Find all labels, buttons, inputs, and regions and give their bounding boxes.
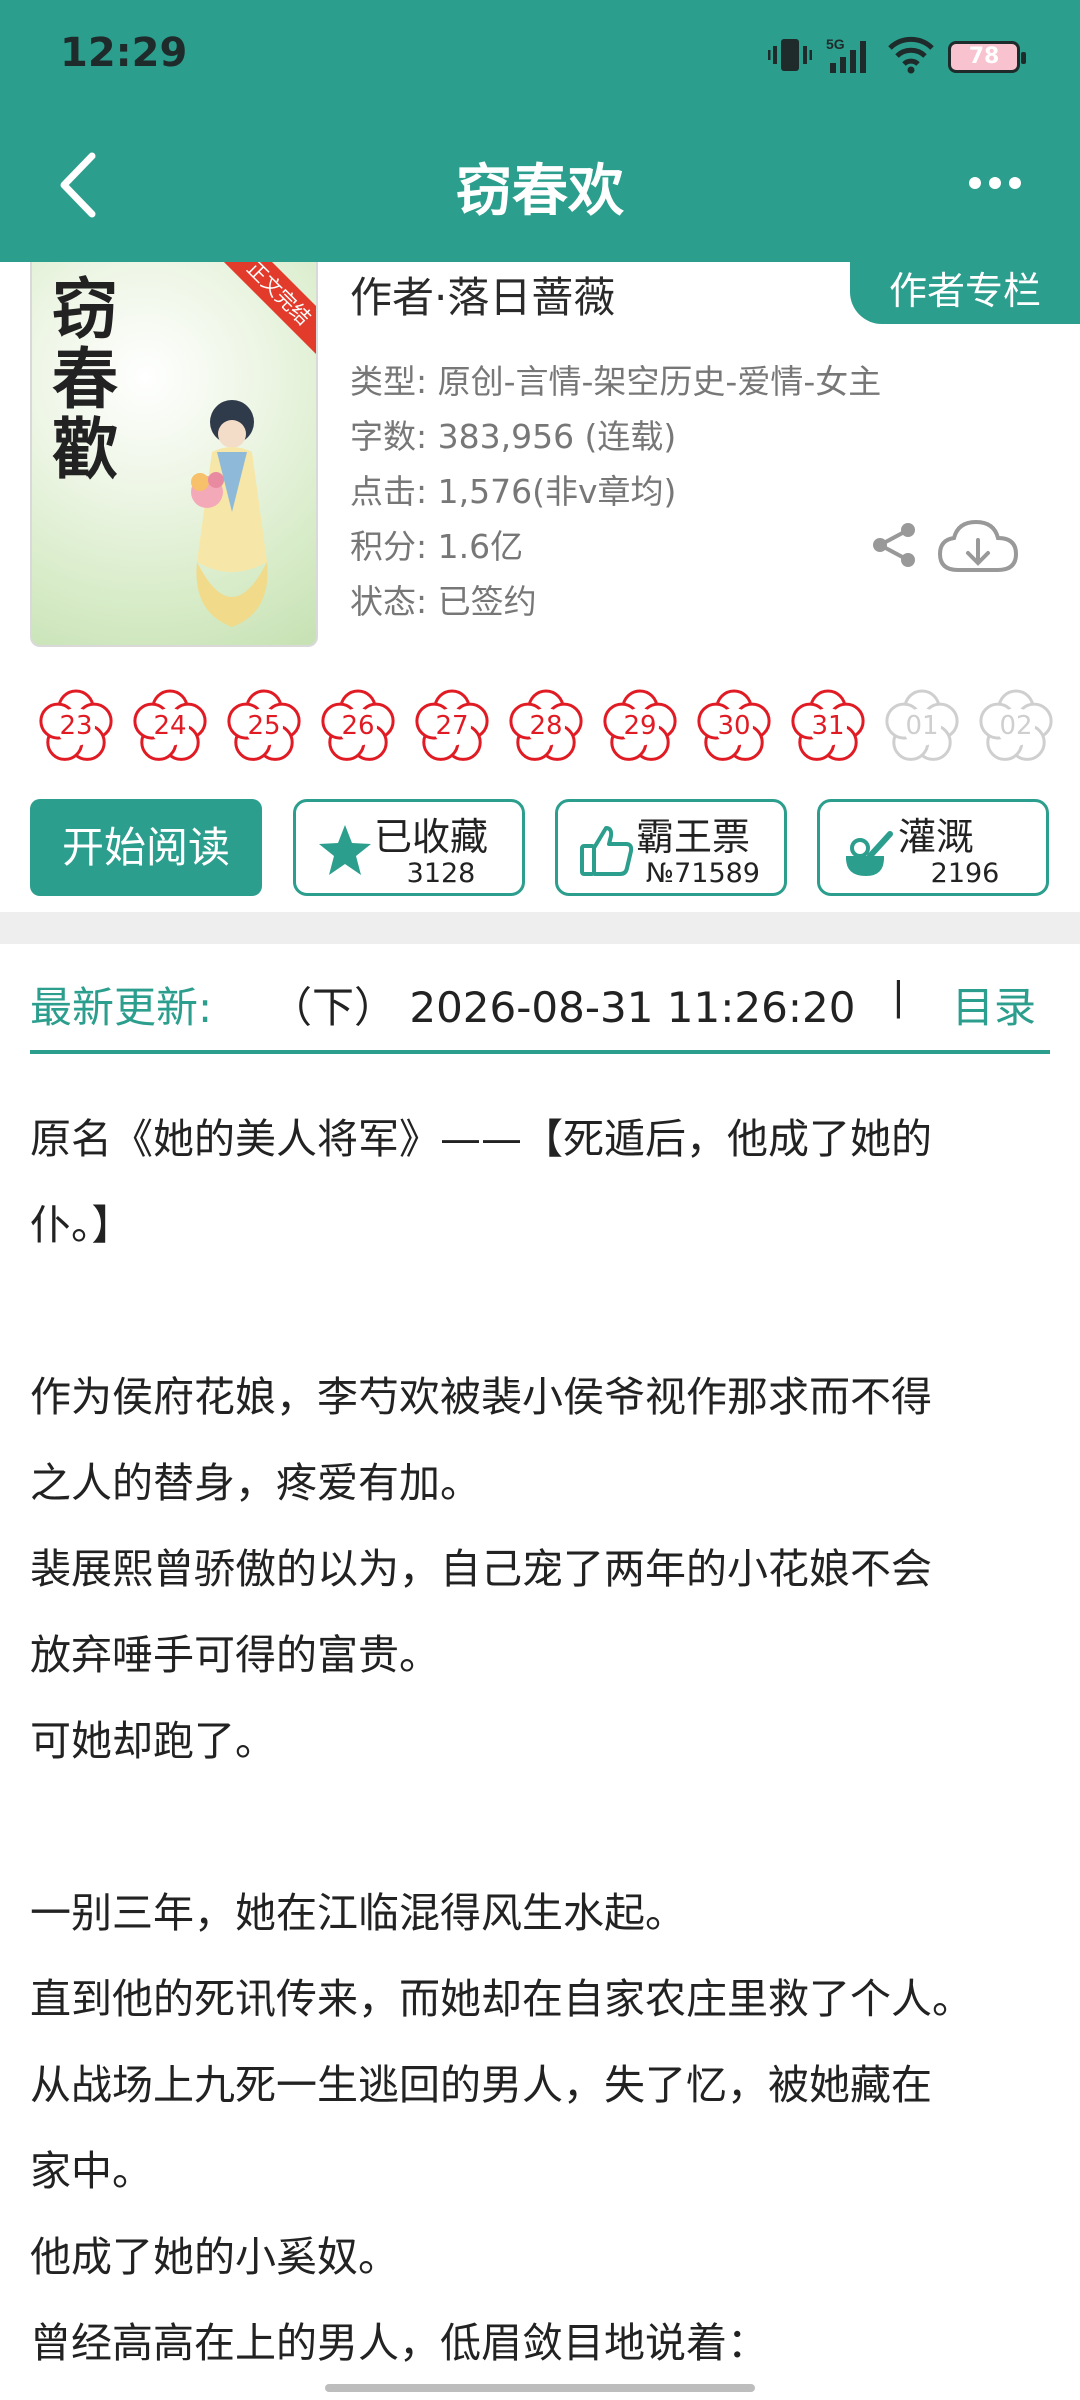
summary-line: 裴展熙曾骄傲的以为，自己宠了两年的小花娘不会: [30, 1545, 932, 1593]
flower-day-number: 01: [905, 711, 939, 741]
summary-line: 一别三年，她在江临混得风生水起。: [30, 1889, 686, 1937]
flower-calendar: 23 24 25 26 27 28 29 30 31 01 02: [36, 686, 1080, 776]
summary-line: 作为侯府花娘，李芍欢被裴小侯爷视作那求而不得: [30, 1373, 932, 1421]
flower-day-number: 27: [435, 711, 469, 741]
summary-line: 家中。: [30, 2147, 153, 2195]
status-icons: 5G 78: [768, 32, 1026, 82]
ticket-label: 霸王票: [636, 815, 751, 859]
summary-line: 他成了她的小奚奴。: [30, 2233, 399, 2281]
meta-type: 类型: 原创-言情-架空历史-爱情-女主: [350, 362, 882, 401]
more-dot: [1009, 177, 1021, 189]
cover-title: 窃春歡: [52, 270, 118, 488]
author-name[interactable]: 作者·落日蔷薇: [350, 264, 615, 325]
book-info: 正文完结 窃春歡 作者·落日蔷薇 作者专栏 类型: 原创-言情-架空历史-爱情-…: [0, 262, 1080, 912]
ticket-button[interactable]: 霸王票 №71589: [555, 799, 787, 896]
top-bar: 12:29 5G 78 窃春欢: [0, 0, 1080, 262]
flower-day-active[interactable]: 26: [318, 686, 398, 766]
cover-illustration: [191, 400, 268, 627]
summary-line: 从战场上九死一生逃回的男人，失了忆，被她藏在: [30, 2061, 932, 2109]
share-icon[interactable]: [870, 520, 920, 570]
meta-clicks: 点击: 1,576(非v章均): [350, 472, 677, 511]
update-separator: |: [892, 974, 905, 1018]
toc-link[interactable]: 目录: [952, 974, 1036, 1035]
wifi-icon: [888, 36, 934, 78]
summary-line: 放弃唾手可得的富贵。: [30, 1631, 440, 1679]
flower-day-inactive[interactable]: 02: [976, 686, 1056, 766]
more-dot: [969, 177, 981, 189]
water-label: 灌溉: [898, 815, 975, 859]
flower-day-number: 26: [341, 711, 375, 741]
latest-update-label: 最新更新:: [30, 983, 213, 1032]
page-title: 窃春欢: [456, 159, 624, 224]
summary-line: 曾经高高在上的男人，低眉敛目地说着：: [30, 2319, 768, 2367]
summary-blank-line: [30, 1784, 1060, 1870]
flower-day-active[interactable]: 23: [36, 686, 116, 766]
summary-line: 可她却跑了。: [30, 1717, 276, 1765]
download-icon[interactable]: [936, 518, 1020, 580]
more-dot: [989, 177, 1001, 189]
flower-day-active[interactable]: 28: [506, 686, 586, 766]
summary-line: 之人的替身，疼爱有加。: [30, 1459, 481, 1507]
flower-day-active[interactable]: 29: [600, 686, 680, 766]
flower-day-number: 29: [623, 711, 657, 741]
water-count: 2196: [930, 858, 1000, 889]
action-buttons: 开始阅读 已收藏 3128 霸王票 №71589 灌溉 2196: [0, 799, 1080, 899]
flower-day-number: 30: [717, 711, 751, 741]
status-bar: 12:29 5G 78: [0, 0, 1080, 110]
latest-update-bar[interactable]: 最新更新: （下） 2026-08-31 11:26:20 | 目录: [30, 944, 1050, 1054]
flower-day-number: 28: [529, 711, 563, 741]
summary-blank-line: [30, 1268, 1060, 1354]
flower-day-active[interactable]: 30: [694, 686, 774, 766]
more-button[interactable]: [960, 168, 1030, 198]
summary-line: 原名《她的美人将军》——【死遁后，他成了她的: [30, 1115, 932, 1163]
section-divider: [0, 912, 1080, 944]
flower-day-inactive[interactable]: 01: [882, 686, 962, 766]
vibrate-icon: [768, 37, 812, 77]
flower-day-active[interactable]: 27: [412, 686, 492, 766]
status-time: 12:29: [60, 30, 188, 76]
svg-text:5G: 5G: [826, 36, 845, 52]
battery-icon: 78: [948, 41, 1026, 73]
flower-day-number: 02: [999, 711, 1033, 741]
collect-count: 3128: [406, 858, 476, 889]
flower-day-active[interactable]: 25: [224, 686, 304, 766]
flower-day-number: 24: [153, 711, 187, 741]
water-button[interactable]: 灌溉 2196: [817, 799, 1049, 896]
meta-word-count: 字数: 383,956 (连载): [350, 417, 677, 456]
book-meta: 类型: 原创-言情-架空历史-爱情-女主 字数: 383,956 (连载) 点击…: [350, 354, 881, 629]
flower-day-active[interactable]: 31: [788, 686, 868, 766]
book-details: 作者·落日蔷薇 作者专栏 类型: 原创-言情-架空历史-爱情-女主 字数: 38…: [350, 262, 1080, 662]
summary-line: 直到他的死讯传来，而她却在自家农庄里救了个人。: [30, 1975, 973, 2023]
collect-button[interactable]: 已收藏 3128: [293, 799, 525, 896]
signal-icon: 5G: [826, 35, 874, 79]
home-indicator[interactable]: [325, 2384, 755, 2392]
book-summary: 原名《她的美人将军》——【死遁后，他成了她的 仆。】作为侯府花娘，李芍欢被裴小侯爷…: [30, 1096, 1060, 2386]
flower-day-number: 23: [59, 711, 93, 741]
book-cover[interactable]: 正文完结 窃春歡: [30, 262, 318, 647]
summary-line: 仆。】: [30, 1201, 133, 1249]
flower-day-active[interactable]: 24: [130, 686, 210, 766]
latest-update-value[interactable]: （下） 2026-08-31 11:26:20: [270, 974, 855, 1035]
flower-day-number: 31: [811, 711, 845, 741]
collect-label: 已收藏: [374, 815, 489, 859]
author-column-button[interactable]: 作者专栏: [850, 262, 1080, 324]
start-reading-button[interactable]: 开始阅读: [30, 799, 262, 896]
ticket-count: №71589: [646, 858, 760, 889]
meta-points: 积分: 1.6亿: [350, 527, 524, 566]
cover-badge: 正文完结: [206, 262, 316, 366]
meta-status: 状态: 已签约: [350, 582, 537, 621]
flower-day-number: 25: [247, 711, 281, 741]
header: 窃春欢: [0, 110, 1080, 262]
